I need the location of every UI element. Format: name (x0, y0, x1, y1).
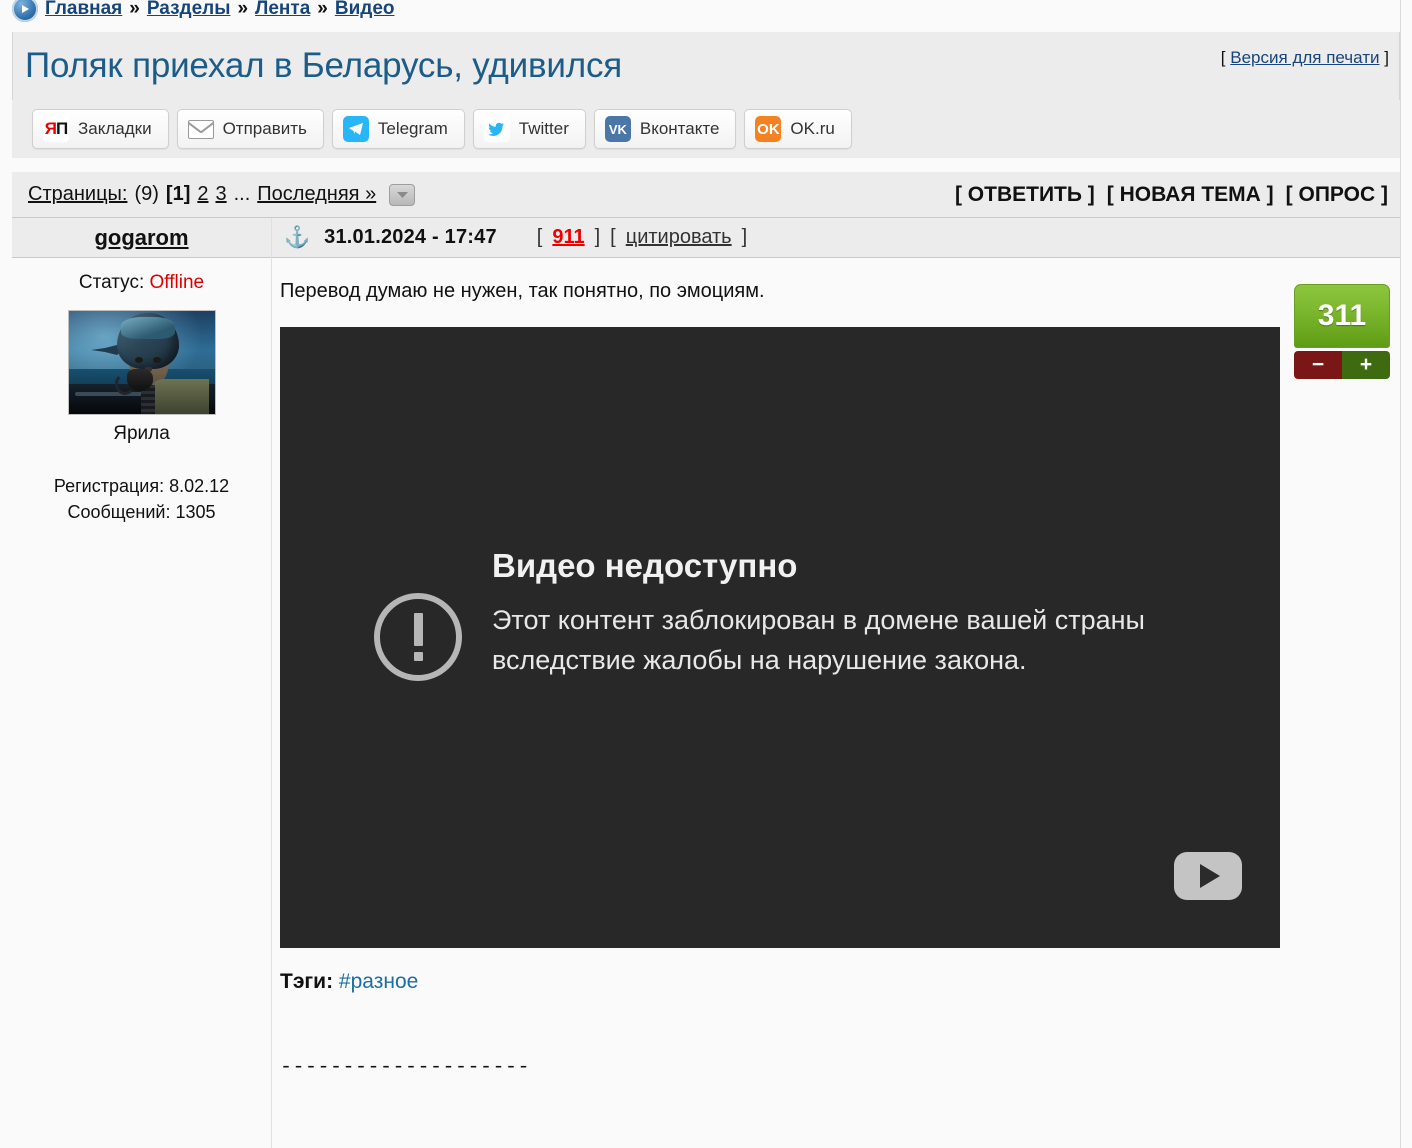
print-version-link[interactable]: Версия для печати (1230, 48, 1379, 67)
chevron-down-icon[interactable] (389, 183, 416, 206)
topic-actions: [ ОТВЕТИТЬ ] [ НОВАЯ ТЕМА ] [ ОПРОС ] (955, 183, 1388, 207)
telegram-icon (342, 116, 369, 142)
breadcrumb-item-video[interactable]: Видео (335, 0, 395, 20)
share-label: Отправить (222, 119, 307, 138)
post-body-text: Перевод думаю не нужен, так понятно, по … (280, 280, 765, 302)
breadcrumb-item-feed[interactable]: Лента (255, 0, 310, 20)
post-tags: Тэги: #разное (280, 970, 1400, 994)
status-label: Статус: (78, 272, 145, 293)
breadcrumb: Главная » Разделы » Лента » Видео (0, 0, 395, 23)
bracket-close: ] (594, 226, 601, 248)
reply-button[interactable]: [ ОТВЕТИТЬ ] (955, 183, 1095, 207)
pagination-bar: Страницы: (9) [1] 2 3 ... Последняя » [ … (12, 172, 1400, 218)
share-label: OK.ru (790, 119, 835, 138)
breadcrumb-separator: » (237, 0, 249, 19)
author-header: gogarom (12, 218, 271, 258)
post-rating-widget: 311 − + (1294, 284, 1390, 379)
pagination-last[interactable]: Последняя » (257, 183, 376, 206)
post-meta: ⚓ 31.01.2024 - 17:47 [ 911 ] [ цитироват… (272, 218, 1400, 258)
print-version: [ Версия для печати ] (1221, 48, 1389, 68)
author-status: Статус: Offline (12, 272, 271, 294)
tag-link[interactable]: #разное (339, 970, 418, 993)
post-datetime: 31.01.2024 - 17:47 (324, 226, 497, 248)
post-meta-links: [ 911 ] [ цитировать ] (537, 226, 747, 249)
pagination: Страницы: (9) [1] 2 3 ... Последняя » (28, 183, 416, 206)
tags-label: Тэги: (280, 970, 334, 993)
share-label: Twitter (518, 119, 569, 138)
share-button-vkontakte[interactable]: VK Вконтакте (593, 109, 737, 149)
post-content: ⚓ 31.01.2024 - 17:47 [ 911 ] [ цитироват… (272, 218, 1400, 1148)
breadcrumb-separator: » (129, 0, 140, 19)
share-label: Вконтакте (639, 119, 720, 138)
pagination-ellipsis: ... (233, 183, 251, 205)
author-username[interactable]: gogarom (94, 225, 188, 251)
page-right-edge (1400, 0, 1401, 1148)
pagination-page-3[interactable]: 3 (215, 183, 226, 206)
share-button-send[interactable]: Отправить (176, 109, 324, 149)
new-topic-button[interactable]: [ НОВАЯ ТЕМА ] (1107, 183, 1274, 207)
social-share-bar: ЯП Закладки Отправить Telegram Twitter V… (12, 100, 1400, 158)
rating-plus-button[interactable]: + (1342, 351, 1390, 379)
share-button-yaplakal[interactable]: ЯП Закладки (32, 109, 169, 149)
post-author-panel: gogarom Статус: Offline Ярила Регистраци… (12, 218, 272, 1148)
vk-icon: VK (604, 116, 631, 142)
video-unavailable-notice: Видео недоступно Этот контент заблокиров… (374, 547, 1220, 681)
pagination-page-current: [1] (165, 183, 191, 205)
signature-text (280, 1085, 1400, 1108)
video-unavailable-title: Видео недоступно (492, 547, 798, 584)
share-button-telegram[interactable]: Telegram (331, 109, 465, 149)
bracket-close: ] (741, 226, 748, 248)
exclamation-circle-icon (374, 593, 462, 681)
bracket-open: [ (536, 226, 543, 248)
avatar-caption: Ярила (113, 423, 170, 444)
pagination-count: (9) (134, 183, 159, 205)
breadcrumb-item-home[interactable]: Главная (45, 0, 122, 20)
share-button-odnoklassniki[interactable]: OK OK.ru (744, 109, 852, 149)
video-player-placeholder[interactable]: Видео недоступно Этот контент заблокиров… (280, 327, 1280, 948)
bracket-open: [ (1220, 48, 1226, 67)
breadcrumb-separator: » (317, 0, 328, 19)
signature-separator: -------------------- (280, 1056, 531, 1079)
ok-icon: OK (755, 116, 782, 142)
bracket-close: ] (1384, 48, 1389, 67)
post: gogarom Статус: Offline Ярила Регистраци… (12, 218, 1400, 1148)
breadcrumb-item-sections[interactable]: Разделы (147, 0, 231, 20)
status-badge: Offline (149, 272, 205, 293)
page-title: Поляк приехал в Беларусь, удивился (25, 46, 623, 85)
pagination-page-2[interactable]: 2 (197, 183, 208, 206)
video-unavailable-message: Этот контент заблокирован в домене вашей… (492, 605, 1145, 675)
play-button-icon[interactable] (1174, 852, 1242, 900)
bracket-open: [ (610, 226, 616, 248)
title-bar: Поляк приехал в Беларусь, удивился [ Вер… (12, 32, 1400, 100)
avatar (67, 310, 216, 415)
mail-icon (187, 116, 214, 142)
rating-buttons: − + (1294, 351, 1390, 379)
author-registration: Регистрация: 8.02.12 (53, 476, 230, 496)
rating-minus-button[interactable]: − (1294, 351, 1342, 379)
share-label: Telegram (377, 119, 448, 138)
rating-value: 311 (1294, 284, 1390, 348)
poll-button[interactable]: [ ОПРОС ] (1286, 183, 1388, 207)
author-stats: Регистрация: 8.02.12 Сообщений: 1305 (12, 473, 271, 525)
twitter-icon (483, 116, 510, 142)
play-circle-icon (12, 0, 38, 22)
quote-link[interactable]: цитировать (626, 226, 732, 249)
anchor-icon[interactable]: ⚓ (284, 227, 310, 248)
pagination-label[interactable]: Страницы: (28, 183, 127, 206)
share-button-twitter[interactable]: Twitter (472, 109, 586, 149)
share-label: Закладки (78, 119, 152, 138)
yap-icon: ЯП (43, 116, 69, 142)
author-messages: Сообщений: 1305 (67, 502, 216, 523)
post-number-link[interactable]: 911 (552, 226, 584, 249)
